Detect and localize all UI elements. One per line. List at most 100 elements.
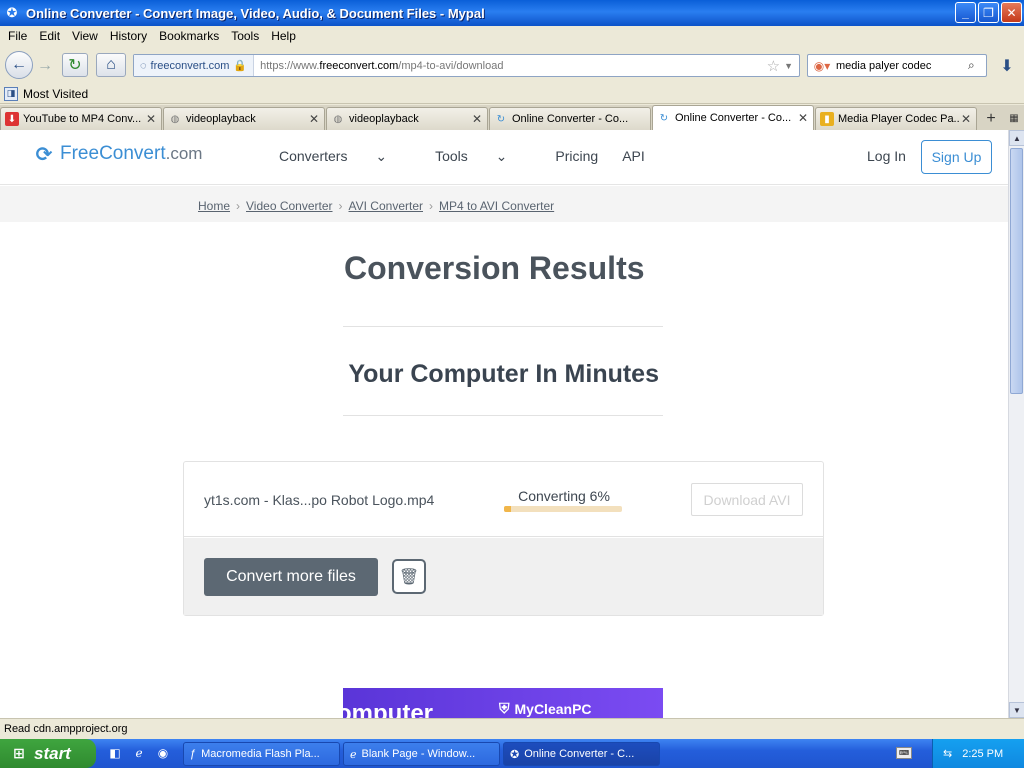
scroll-thumb[interactable] [1010,148,1023,394]
menu-view[interactable]: View [66,29,104,43]
convert-more-files-button[interactable]: Convert more files [204,558,378,596]
tab-videoplayback-1[interactable]: ◍ videoplayback ✕ [163,107,325,130]
nav-converters[interactable]: Converters ⌄ [279,148,411,165]
internet-explorer-icon[interactable]: ℯ [130,744,148,762]
tab-online-converter-1[interactable]: ↻ Online Converter - Co... [489,107,651,130]
nav-tools-label: Tools [435,148,468,164]
breadcrumb-avi-converter[interactable]: AVI Converter [349,199,423,213]
windows-flag-icon: ⊞ [13,745,25,761]
back-button[interactable]: ← [5,51,33,79]
scroll-up-arrow-icon[interactable]: ▲ [1009,130,1024,146]
globe-icon: ◍ [333,113,343,125]
url-dropdown-icon[interactable]: ▼ [784,61,793,71]
show-desktop-icon[interactable]: ◧ [106,744,124,762]
keyboard-icon[interactable]: ⌨ [896,747,912,759]
page-title: Conversion Results [344,250,645,286]
menu-tools[interactable]: Tools [225,29,265,43]
download-avi-button[interactable]: Download AVI [691,483,803,516]
tab-media-player-codec[interactable]: ▮ Media Player Codec Pa... ✕ [815,107,977,130]
menu-edit[interactable]: Edit [33,29,66,43]
tab-label: Online Converter - Co... [675,112,792,124]
tab-online-converter-2[interactable]: ↻ Online Converter - Co... ✕ [652,105,814,130]
new-tab-button[interactable]: + [978,107,1004,130]
bookmark-folder-icon: ◨ [4,86,18,101]
nav-api[interactable]: API [622,148,645,165]
restore-button[interactable]: ❐ [978,2,999,23]
menu-history[interactable]: History [104,29,153,43]
tab-youtube-to-mp4[interactable]: ⬇ YouTube to MP4 Conv... ✕ [0,107,162,130]
chevron-down-icon: ⌄ [375,148,388,164]
site-identity-label: freeconvert.com [150,59,230,72]
breadcrumb-mp4-to-avi[interactable]: MP4 to AVI Converter [439,199,554,213]
ad-banner[interactable]: omputer ⛨ MyCleanPC [343,688,663,718]
url-domain: freeconvert.com [319,59,399,72]
url-text[interactable]: https://www.freeconvert.com/mp4-to-avi/d… [254,60,767,72]
scroll-down-arrow-icon[interactable]: ▼ [1009,702,1024,718]
menu-bookmarks[interactable]: Bookmarks [153,29,225,43]
window-controls: _ ❐ ✕ [955,2,1022,23]
close-window-button[interactable]: ✕ [1001,2,1022,23]
search-bar[interactable]: ◉▾ media palyer codec ⌕ [807,54,987,77]
list-all-tabs-button[interactable]: ▦ [1004,107,1024,130]
menu-bar: File Edit View History Bookmarks Tools H… [0,26,1024,46]
logo-main: FreeConvert [60,143,166,164]
close-tab-icon[interactable]: ✕ [959,112,973,126]
task-flash-player[interactable]: ƒ Macromedia Flash Pla... [183,742,340,766]
logo-text: FreeConvert.com [60,143,202,165]
shield-icon: ⛨ [499,700,510,716]
divider [343,415,663,416]
delete-button[interactable]: 🗑 [392,559,426,594]
most-visited-bookmark[interactable]: Most Visited [23,87,88,101]
login-link[interactable]: Log In [867,148,906,164]
forward-button[interactable]: → [34,56,56,76]
task-label: Macromedia Flash Pla... [201,748,320,760]
windows-taskbar: ⊞ start ◧ ℯ ◉ ƒ Macromedia Flash Pla... … [0,739,1024,768]
search-engine-icon[interactable]: ◉▾ [808,59,836,73]
reload-button[interactable]: ↻ [62,53,88,77]
page-subtitle: Your Computer In Minutes [348,360,659,388]
divider [343,326,663,327]
codec-favicon-icon: ▮ [820,112,834,126]
freeconvert-logo[interactable]: ⟳ FreeConvert.com [32,142,203,166]
bookmark-star-icon[interactable]: ☆ [767,57,780,75]
forward-arrow-icon: → [37,57,53,74]
menu-help[interactable]: Help [265,29,302,43]
nav-tools[interactable]: Tools ⌄ [435,148,531,165]
breadcrumb-video-converter[interactable]: Video Converter [246,199,333,213]
search-icon[interactable]: ⌕ [968,58,986,73]
site-identity[interactable]: ◌ freeconvert.com 🔒 [134,55,255,76]
minimize-button[interactable]: _ [955,2,976,23]
mypal-app-icon: ✪ [6,5,18,20]
vertical-scrollbar[interactable]: ▲ ▼ [1008,130,1024,718]
window-titlebar: ✪ Online Converter - Convert Image, Vide… [0,0,1024,26]
breadcrumb-home[interactable]: Home [198,199,230,213]
close-tab-icon[interactable]: ✕ [144,112,158,126]
freeconvert-favicon-icon: ↻ [659,112,669,124]
url-path: /mp4-to-avi/download [398,59,504,72]
file-name: yt1s.com - Klas...po Robot Logo.mp4 [204,492,435,508]
main-nav: Converters ⌄ Tools ⌄ Pricing API [279,148,669,165]
close-tab-icon[interactable]: ✕ [796,111,810,125]
task-online-converter[interactable]: ✪ Online Converter - C... [503,742,660,766]
media-player-icon[interactable]: ◉ [154,744,172,762]
network-icon[interactable]: ⇆ [943,747,952,760]
menu-file[interactable]: File [2,29,33,43]
close-tab-icon[interactable]: ✕ [470,112,484,126]
downloads-button[interactable]: ⬇ [994,54,1020,77]
nav-pricing[interactable]: Pricing [555,148,598,165]
tab-label: YouTube to MP4 Conv... [23,113,142,125]
nav-converters-label: Converters [279,148,348,164]
home-button[interactable]: ⌂ [96,53,126,77]
freeconvert-favicon-icon: ↻ [496,113,506,125]
tab-strip: ⬇ YouTube to MP4 Conv... ✕ ◍ videoplayba… [0,105,1024,130]
url-bar[interactable]: ◌ freeconvert.com 🔒 https://www.freeconv… [133,54,800,77]
close-tab-icon[interactable]: ✕ [307,112,321,126]
search-input[interactable]: media palyer codec [836,60,968,72]
task-blank-page[interactable]: ℯ Blank Page - Window... [343,742,500,766]
start-button[interactable]: ⊞ start [0,739,96,768]
tab-label: Media Player Codec Pa... [838,113,959,125]
navigation-toolbar: ← → ↻ ⌂ ◌ freeconvert.com 🔒 https://www.… [0,46,1024,84]
tab-videoplayback-2[interactable]: ◍ videoplayback ✕ [326,107,488,130]
signup-button[interactable]: Sign Up [921,140,992,174]
ad-brand-label: MyCleanPC [514,700,592,717]
